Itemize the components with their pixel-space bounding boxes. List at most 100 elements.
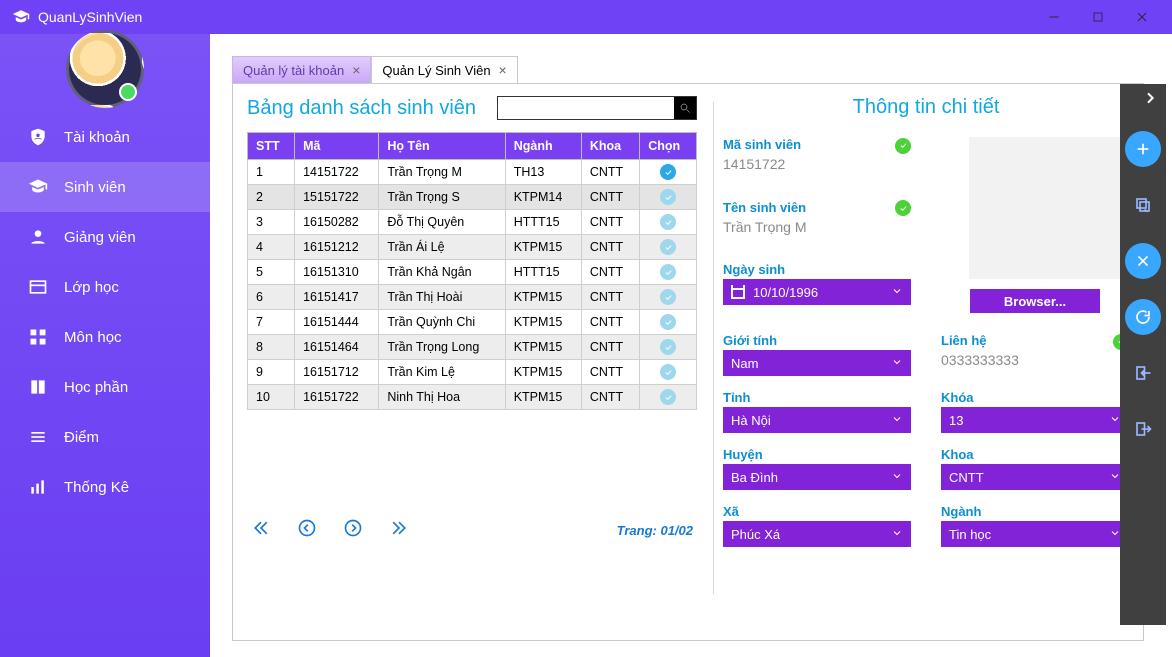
cell-hoten: Trần Trọng M (379, 160, 505, 185)
cell-chon[interactable] (640, 285, 697, 310)
table-row[interactable]: 114151722Trần Trọng MTH13CNTT (248, 160, 697, 185)
field-gioi-tinh: Giới tính Nam (723, 333, 911, 376)
chevron-down-icon (891, 470, 903, 482)
table-row[interactable]: 316150282Đỗ Thị QuyênHTTT15CNTT (248, 210, 697, 235)
window-minimize-button[interactable] (1032, 2, 1076, 32)
pager-first-button[interactable] (251, 518, 271, 543)
table-row[interactable]: 716151444Trần Quỳnh ChiKTPM15CNTT (248, 310, 697, 335)
table-row[interactable]: 1016151722Ninh Thị HoaKTPM15CNTT (248, 385, 697, 410)
date-picker-ngaysinh[interactable]: 10/10/1996 (723, 279, 911, 305)
tab-quản-lý-sinh-viên[interactable]: Quản Lý Sinh Viên × (371, 56, 517, 84)
cell-ma: 16151310 (295, 260, 379, 285)
window-close-button[interactable] (1120, 2, 1164, 32)
action-expand-button[interactable] (1142, 90, 1166, 111)
user-avatar[interactable] (66, 30, 144, 108)
table-row[interactable]: 516151310Trần Khả NgânHTTT15CNTT (248, 260, 697, 285)
pager-prev-button[interactable] (297, 518, 317, 543)
sidebar-item-giảng-viên[interactable]: Giảng viên (0, 212, 210, 262)
combo-khoa[interactable]: CNTT (941, 464, 1129, 490)
combo-khoa-num[interactable]: 13 (941, 407, 1129, 433)
combo-nganh[interactable]: Tin học (941, 521, 1129, 547)
cell-nganh: KTPM15 (505, 360, 581, 385)
cell-chon[interactable] (640, 210, 697, 235)
sidebar: Tài khoản Sinh viênGiảng viên Lớp học Môn h… (0, 34, 210, 657)
search-button[interactable] (674, 97, 696, 119)
sidebar-item-lớp-học[interactable]: Lớp học (0, 262, 210, 312)
cell-stt: 7 (248, 310, 295, 335)
tab-close-icon[interactable]: × (352, 62, 360, 78)
pager-next-button[interactable] (343, 518, 363, 543)
field-tinh: Tỉnh Hà Nội (723, 390, 911, 433)
sidebar-item-sinh-viên[interactable]: Sinh viên (0, 162, 210, 212)
label-tinh: Tỉnh (723, 390, 911, 405)
cell-stt: 1 (248, 160, 295, 185)
chart-icon (28, 477, 48, 497)
cell-chon[interactable] (640, 235, 697, 260)
sidebar-item-thống-kê[interactable]: Thống Kê (0, 462, 210, 512)
label-ma: Mã sinh viên (723, 137, 801, 152)
cell-hoten: Trần Thị Hoài (379, 285, 505, 310)
tab-close-icon[interactable]: × (499, 62, 507, 78)
browse-photo-button[interactable]: Browser... (970, 289, 1100, 313)
sidebar-item-tài-khoản[interactable]: Tài khoản (0, 112, 210, 162)
cell-chon[interactable] (640, 185, 697, 210)
window-maximize-button[interactable] (1076, 2, 1120, 32)
sidebar-item-label: Tài khoản (64, 129, 130, 146)
cell-chon[interactable] (640, 360, 697, 385)
cell-khoa: CNTT (581, 210, 639, 235)
table-row[interactable]: 916151712Trần Kim LệKTPM15CNTT (248, 360, 697, 385)
cell-khoa: CNTT (581, 310, 639, 335)
combo-gioitinh[interactable]: Nam (723, 350, 911, 376)
tab-bar: Quản lý tài khoản× Quản Lý Sinh Viên × (232, 56, 1172, 84)
sidebar-item-điểm[interactable]: Điểm (0, 412, 210, 462)
action-import-button[interactable] (1125, 355, 1161, 391)
check-icon (895, 138, 911, 154)
checkmark-icon (660, 289, 676, 305)
checkmark-icon (660, 314, 676, 330)
checkmark-icon (660, 264, 676, 280)
cell-nganh: HTTT15 (505, 260, 581, 285)
sidebar-item-label: Điểm (64, 429, 99, 446)
action-delete-button[interactable] (1125, 243, 1161, 279)
cell-nganh: KTPM15 (505, 335, 581, 360)
cell-chon[interactable] (640, 260, 697, 285)
tab-quản-lý-tài-khoản[interactable]: Quản lý tài khoản× (232, 56, 371, 84)
action-refresh-button[interactable] (1125, 299, 1161, 335)
search-input[interactable] (498, 97, 674, 119)
list-title: Bảng danh sách sinh viên (247, 97, 476, 120)
cell-chon[interactable] (640, 335, 697, 360)
column-header[interactable]: Ngành (505, 133, 581, 160)
column-header[interactable]: STT (248, 133, 295, 160)
cell-khoa: CNTT (581, 260, 639, 285)
person-icon (28, 227, 48, 247)
table-row[interactable]: 215151722Trần Trọng SKTPM14CNTT (248, 185, 697, 210)
sidebar-item-môn-học[interactable]: Môn học (0, 312, 210, 362)
label-khoa-num: Khóa (941, 390, 1129, 405)
sidebar-item-label: Thống Kê (64, 479, 129, 496)
cell-chon[interactable] (640, 385, 697, 410)
plus-icon (1134, 140, 1152, 158)
sidebar-item-label: Lớp học (64, 279, 119, 296)
combo-xa[interactable]: Phúc Xá (723, 521, 911, 547)
cell-khoa: CNTT (581, 335, 639, 360)
cell-stt: 9 (248, 360, 295, 385)
table-row[interactable]: 816151464Trần Trọng LongKTPM15CNTT (248, 335, 697, 360)
field-nganh: Ngành Tin học (941, 504, 1129, 547)
pager-last-button[interactable] (389, 518, 409, 543)
action-add-button[interactable] (1125, 131, 1161, 167)
cell-khoa: CNTT (581, 360, 639, 385)
cell-chon[interactable] (640, 160, 697, 185)
column-header[interactable]: Mã (295, 133, 379, 160)
table-row[interactable]: 616151417Trần Thị HoàiKTPM15CNTT (248, 285, 697, 310)
cell-chon[interactable] (640, 310, 697, 335)
combo-tinh[interactable]: Hà Nội (723, 407, 911, 433)
tab-label: Quản Lý Sinh Viên (382, 63, 490, 78)
action-export-button[interactable] (1125, 411, 1161, 447)
sidebar-item-học-phần[interactable]: Học phần (0, 362, 210, 412)
column-header[interactable]: Chọn (640, 133, 697, 160)
table-row[interactable]: 416151212Trần Ái LệKTPM15CNTT (248, 235, 697, 260)
action-copy-button[interactable] (1125, 187, 1161, 223)
combo-huyen[interactable]: Ba Đình (723, 464, 911, 490)
column-header[interactable]: Họ Tên (379, 133, 505, 160)
column-header[interactable]: Khoa (581, 133, 639, 160)
